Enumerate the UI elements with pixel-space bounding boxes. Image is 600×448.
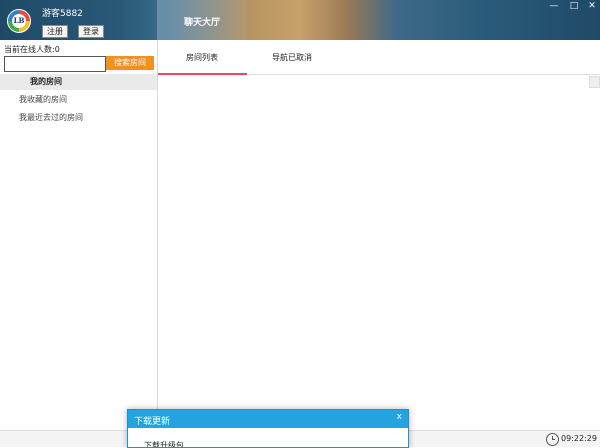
- sidebar-item-favorite-rooms[interactable]: 我收藏的房间: [0, 92, 157, 108]
- update-dialog: 下载更新 x 下载升级包...: [127, 409, 409, 448]
- dialog-title: 下载更新: [134, 417, 171, 427]
- maximize-icon[interactable]: □: [566, 1, 582, 11]
- dialog-close-icon[interactable]: x: [397, 412, 402, 422]
- minimize-icon[interactable]: —: [546, 1, 562, 11]
- sidebar-item-my-rooms[interactable]: 我的房间: [0, 74, 157, 90]
- online-count: 当前在线人数:0: [4, 45, 60, 54]
- tab-room-list[interactable]: 房间列表: [186, 52, 218, 63]
- sidebar-item-label: 我最近去过的房间: [19, 113, 83, 122]
- dialog-title-bar[interactable]: 下载更新 x: [128, 410, 408, 428]
- tab-bar: 房间列表 导航已取消: [158, 40, 600, 75]
- register-button[interactable]: 注册: [42, 25, 68, 38]
- username: 游客5882: [42, 9, 83, 19]
- search-room-button[interactable]: 搜索房间: [106, 56, 154, 70]
- close-icon[interactable]: ✕: [584, 1, 600, 11]
- tab-navigation[interactable]: 导航已取消: [272, 52, 312, 63]
- login-button[interactable]: 登录: [78, 25, 104, 38]
- dialog-message: 下载升级包...: [144, 441, 192, 448]
- chat-hall-title[interactable]: 聊天大厅: [184, 15, 220, 28]
- logo-letters: LB: [12, 14, 26, 28]
- sidebar-item-recent-rooms[interactable]: 我最近去过的房间: [0, 110, 157, 126]
- app-logo: LB: [7, 9, 31, 33]
- room-list-panel: [158, 75, 588, 432]
- sidebar-item-label: 我收藏的房间: [19, 95, 67, 104]
- clock-time: 09:22:29: [561, 434, 597, 443]
- title-bar: LB 游客5882 注册 登录 聊天大厅 — □ ✕: [0, 0, 600, 40]
- search-input[interactable]: [4, 56, 106, 72]
- clock-icon: [546, 433, 559, 446]
- scrollbar-up-arrow[interactable]: [589, 76, 600, 88]
- sidebar-item-label: 我的房间: [30, 77, 62, 86]
- sidebar: 当前在线人数:0 搜索房间 我的房间 我收藏的房间 我最近去过的房间: [0, 40, 158, 432]
